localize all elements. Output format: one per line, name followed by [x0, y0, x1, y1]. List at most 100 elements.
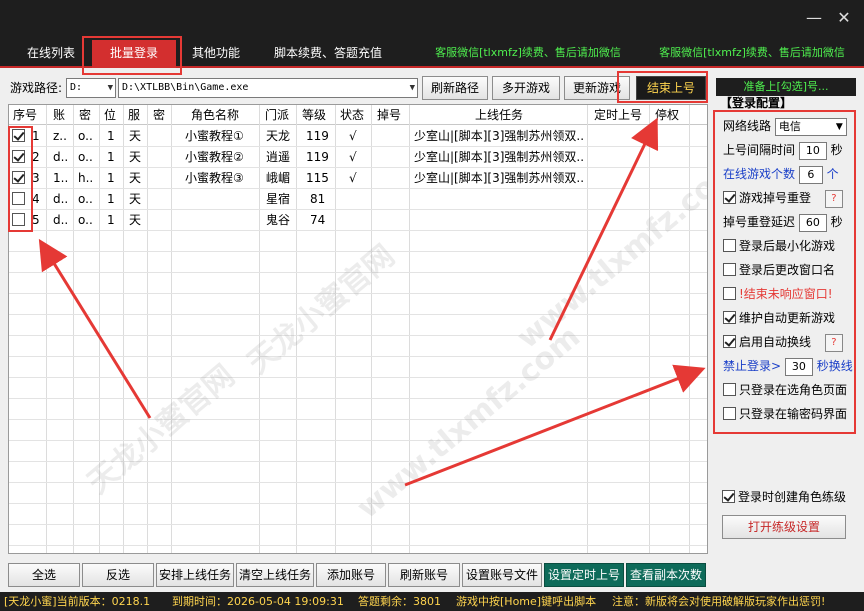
watermark: www.tlxmfz.com	[350, 319, 587, 526]
row-password: h..	[78, 171, 94, 185]
ban-input[interactable]: 30	[784, 357, 813, 376]
row-checkbox[interactable]	[12, 213, 25, 226]
help-icon[interactable]: ?	[824, 189, 843, 208]
relogin-checkbox[interactable]	[723, 191, 736, 204]
row-account: 1..	[53, 171, 69, 185]
arrange-task-button[interactable]: 安排上线任务	[156, 563, 234, 587]
row-checkbox[interactable]	[12, 192, 25, 205]
select-all-button[interactable]: 全选	[8, 563, 80, 587]
col-school: 门派	[265, 108, 290, 122]
opt-update-row[interactable]: 维护自动更新游戏	[723, 308, 835, 328]
table-row[interactable]: 4 d.. o.. 1 天 星宿 81	[9, 189, 707, 210]
relogin-delay-label: 掉号重登延迟	[723, 215, 796, 229]
opt-min-row[interactable]: 登录后最小化游戏	[723, 236, 835, 256]
set-account-file-button[interactable]: 设置账号文件	[462, 563, 542, 587]
relogin-delay-row: 掉号重登延迟 60 秒	[723, 212, 843, 232]
row-school: 峨嵋	[266, 171, 291, 185]
drive-select[interactable]: D: ▼	[66, 78, 116, 98]
row-password: o..	[78, 150, 93, 164]
row-account: d..	[53, 150, 69, 164]
row-password: o..	[78, 213, 93, 227]
tab-batch-login[interactable]: 批量登录	[92, 40, 176, 68]
online-unit: 个	[826, 167, 839, 181]
tab-other-functions[interactable]: 其他功能	[184, 42, 248, 68]
relogin-delay-input[interactable]: 60	[798, 213, 827, 232]
row-status: √	[349, 171, 357, 185]
minimize-icon[interactable]: —	[800, 6, 828, 30]
table-row[interactable]: 1 z.. o.. 1 天 小蜜教程① 天龙 119 √ 少室山|[脚本][3]…	[9, 126, 707, 147]
row-level: 119	[306, 150, 329, 164]
row-role-name: 小蜜教程③	[185, 171, 244, 185]
path-label: 游戏路径:	[10, 81, 63, 95]
add-account-button[interactable]: 添加账号	[316, 563, 386, 587]
status-bar: [天龙小蜜]当前版本：0218.1 到期时间：2026-05-04 19:09:…	[0, 592, 864, 611]
col-index: 序号	[13, 108, 38, 122]
update-game-button[interactable]: 更新游戏	[564, 76, 630, 100]
row-role-name: 小蜜教程②	[185, 150, 244, 164]
opt-kill-row[interactable]: !结束未响应窗口!	[723, 284, 833, 304]
help-icon[interactable]: ?	[824, 333, 843, 352]
interval-input[interactable]: 10	[798, 141, 827, 160]
opt-create-label: 登录时创建角色练级	[738, 490, 847, 504]
close-icon[interactable]: ✕	[830, 6, 858, 30]
row-school: 星宿	[266, 192, 291, 206]
opt-create-checkbox[interactable]	[722, 490, 735, 503]
refresh-path-button[interactable]: 刷新路径	[422, 76, 488, 100]
set-timer-button[interactable]: 设置定时上号	[544, 563, 624, 587]
row-server: 天	[129, 150, 142, 164]
tab-renewal[interactable]: 脚本续费、答题充值	[262, 42, 394, 68]
opt-rolepage-row[interactable]: 只登录在选角色页面	[723, 380, 847, 400]
opt-switch-checkbox[interactable]	[723, 335, 736, 348]
status-version: [天龙小蜜]当前版本：0218.1	[4, 595, 151, 608]
row-level: 81	[310, 192, 326, 206]
tab-service-wechat-2[interactable]: 客服微信[tlxmfz]续费、售后请加微信	[642, 42, 862, 68]
row-level: 119	[306, 129, 329, 143]
table-row[interactable]: 2 d.. o.. 1 天 小蜜教程② 逍遥 119 √ 少室山|[脚本][3]…	[9, 147, 707, 168]
path-select[interactable]: D:\XTLBB\Bin\Game.exe ▼	[118, 78, 418, 98]
path-value: D:\XTLBB\Bin\Game.exe	[122, 82, 249, 93]
table-row[interactable]: 5 d.. o.. 1 天 鬼谷 74	[9, 210, 707, 231]
row-checkbox[interactable]	[12, 171, 25, 184]
net-row: 网络线路 电信 ▼	[723, 116, 847, 136]
row-position: 1	[107, 213, 115, 227]
opt-rename-row[interactable]: 登录后更改窗口名	[723, 260, 835, 280]
status-expire: 到期时间：2026-05-04 19:09:31	[172, 595, 344, 608]
tab-service-wechat-1[interactable]: 客服微信[tlxmfz]续费、售后请加微信	[418, 42, 638, 68]
opt-rolepage-checkbox[interactable]	[723, 383, 736, 396]
opt-pwdpage-row[interactable]: 只登录在输密码界面	[723, 404, 847, 424]
opt-update-checkbox[interactable]	[723, 311, 736, 324]
end-login-button[interactable]: 结束上号	[636, 76, 706, 100]
view-dungeon-button[interactable]: 查看副本次数	[626, 563, 706, 587]
opt-switch-row[interactable]: 启用自动换线 ?	[723, 332, 843, 352]
multi-open-button[interactable]: 多开游戏	[492, 76, 560, 100]
col-secure: 密	[153, 108, 166, 122]
interval-label: 上号间隔时间	[723, 143, 796, 157]
row-position: 1	[107, 171, 115, 185]
opt-create-row[interactable]: 登录时创建角色练级	[722, 487, 846, 507]
row-role-name: 小蜜教程①	[185, 129, 244, 143]
status-hotkey: 游戏中按[Home]键呼出脚本	[456, 595, 597, 608]
opt-min-checkbox[interactable]	[723, 239, 736, 252]
chevron-down-icon: ▼	[835, 121, 843, 132]
online-input[interactable]: 6	[798, 165, 823, 184]
row-checkbox[interactable]	[12, 129, 25, 142]
opt-rename-checkbox[interactable]	[723, 263, 736, 276]
online-label: 在线游戏个数	[723, 167, 796, 181]
row-school: 天龙	[266, 129, 291, 143]
open-level-settings-button[interactable]: 打开练级设置	[722, 515, 846, 539]
opt-switch-label: 启用自动换线	[739, 335, 812, 349]
interval-unit: 秒	[830, 143, 843, 157]
table-row[interactable]: 3 1.. h.. 1 天 小蜜教程③ 峨嵋 115 √ 少室山|[脚本][3]…	[9, 168, 707, 189]
tab-online-list[interactable]: 在线列表	[18, 42, 84, 68]
row-checkbox[interactable]	[12, 150, 25, 163]
opt-kill-checkbox[interactable]	[723, 287, 736, 300]
net-select[interactable]: 电信 ▼	[774, 117, 847, 136]
relogin-row: 游戏掉号重登 ?	[723, 188, 843, 208]
path-row: 游戏路径: D: ▼ D:\XTLBB\Bin\Game.exe ▼ 刷新路径 多开…	[0, 74, 710, 100]
refresh-account-button[interactable]: 刷新账号	[388, 563, 460, 587]
invert-select-button[interactable]: 反选	[82, 563, 154, 587]
row-task: 少室山|[脚本][3]强制苏州领双...	[414, 150, 584, 164]
opt-pwdpage-checkbox[interactable]	[723, 407, 736, 420]
row-task: 少室山|[脚本][3]强制苏州领双...	[414, 129, 584, 143]
clear-task-button[interactable]: 清空上线任务	[236, 563, 314, 587]
